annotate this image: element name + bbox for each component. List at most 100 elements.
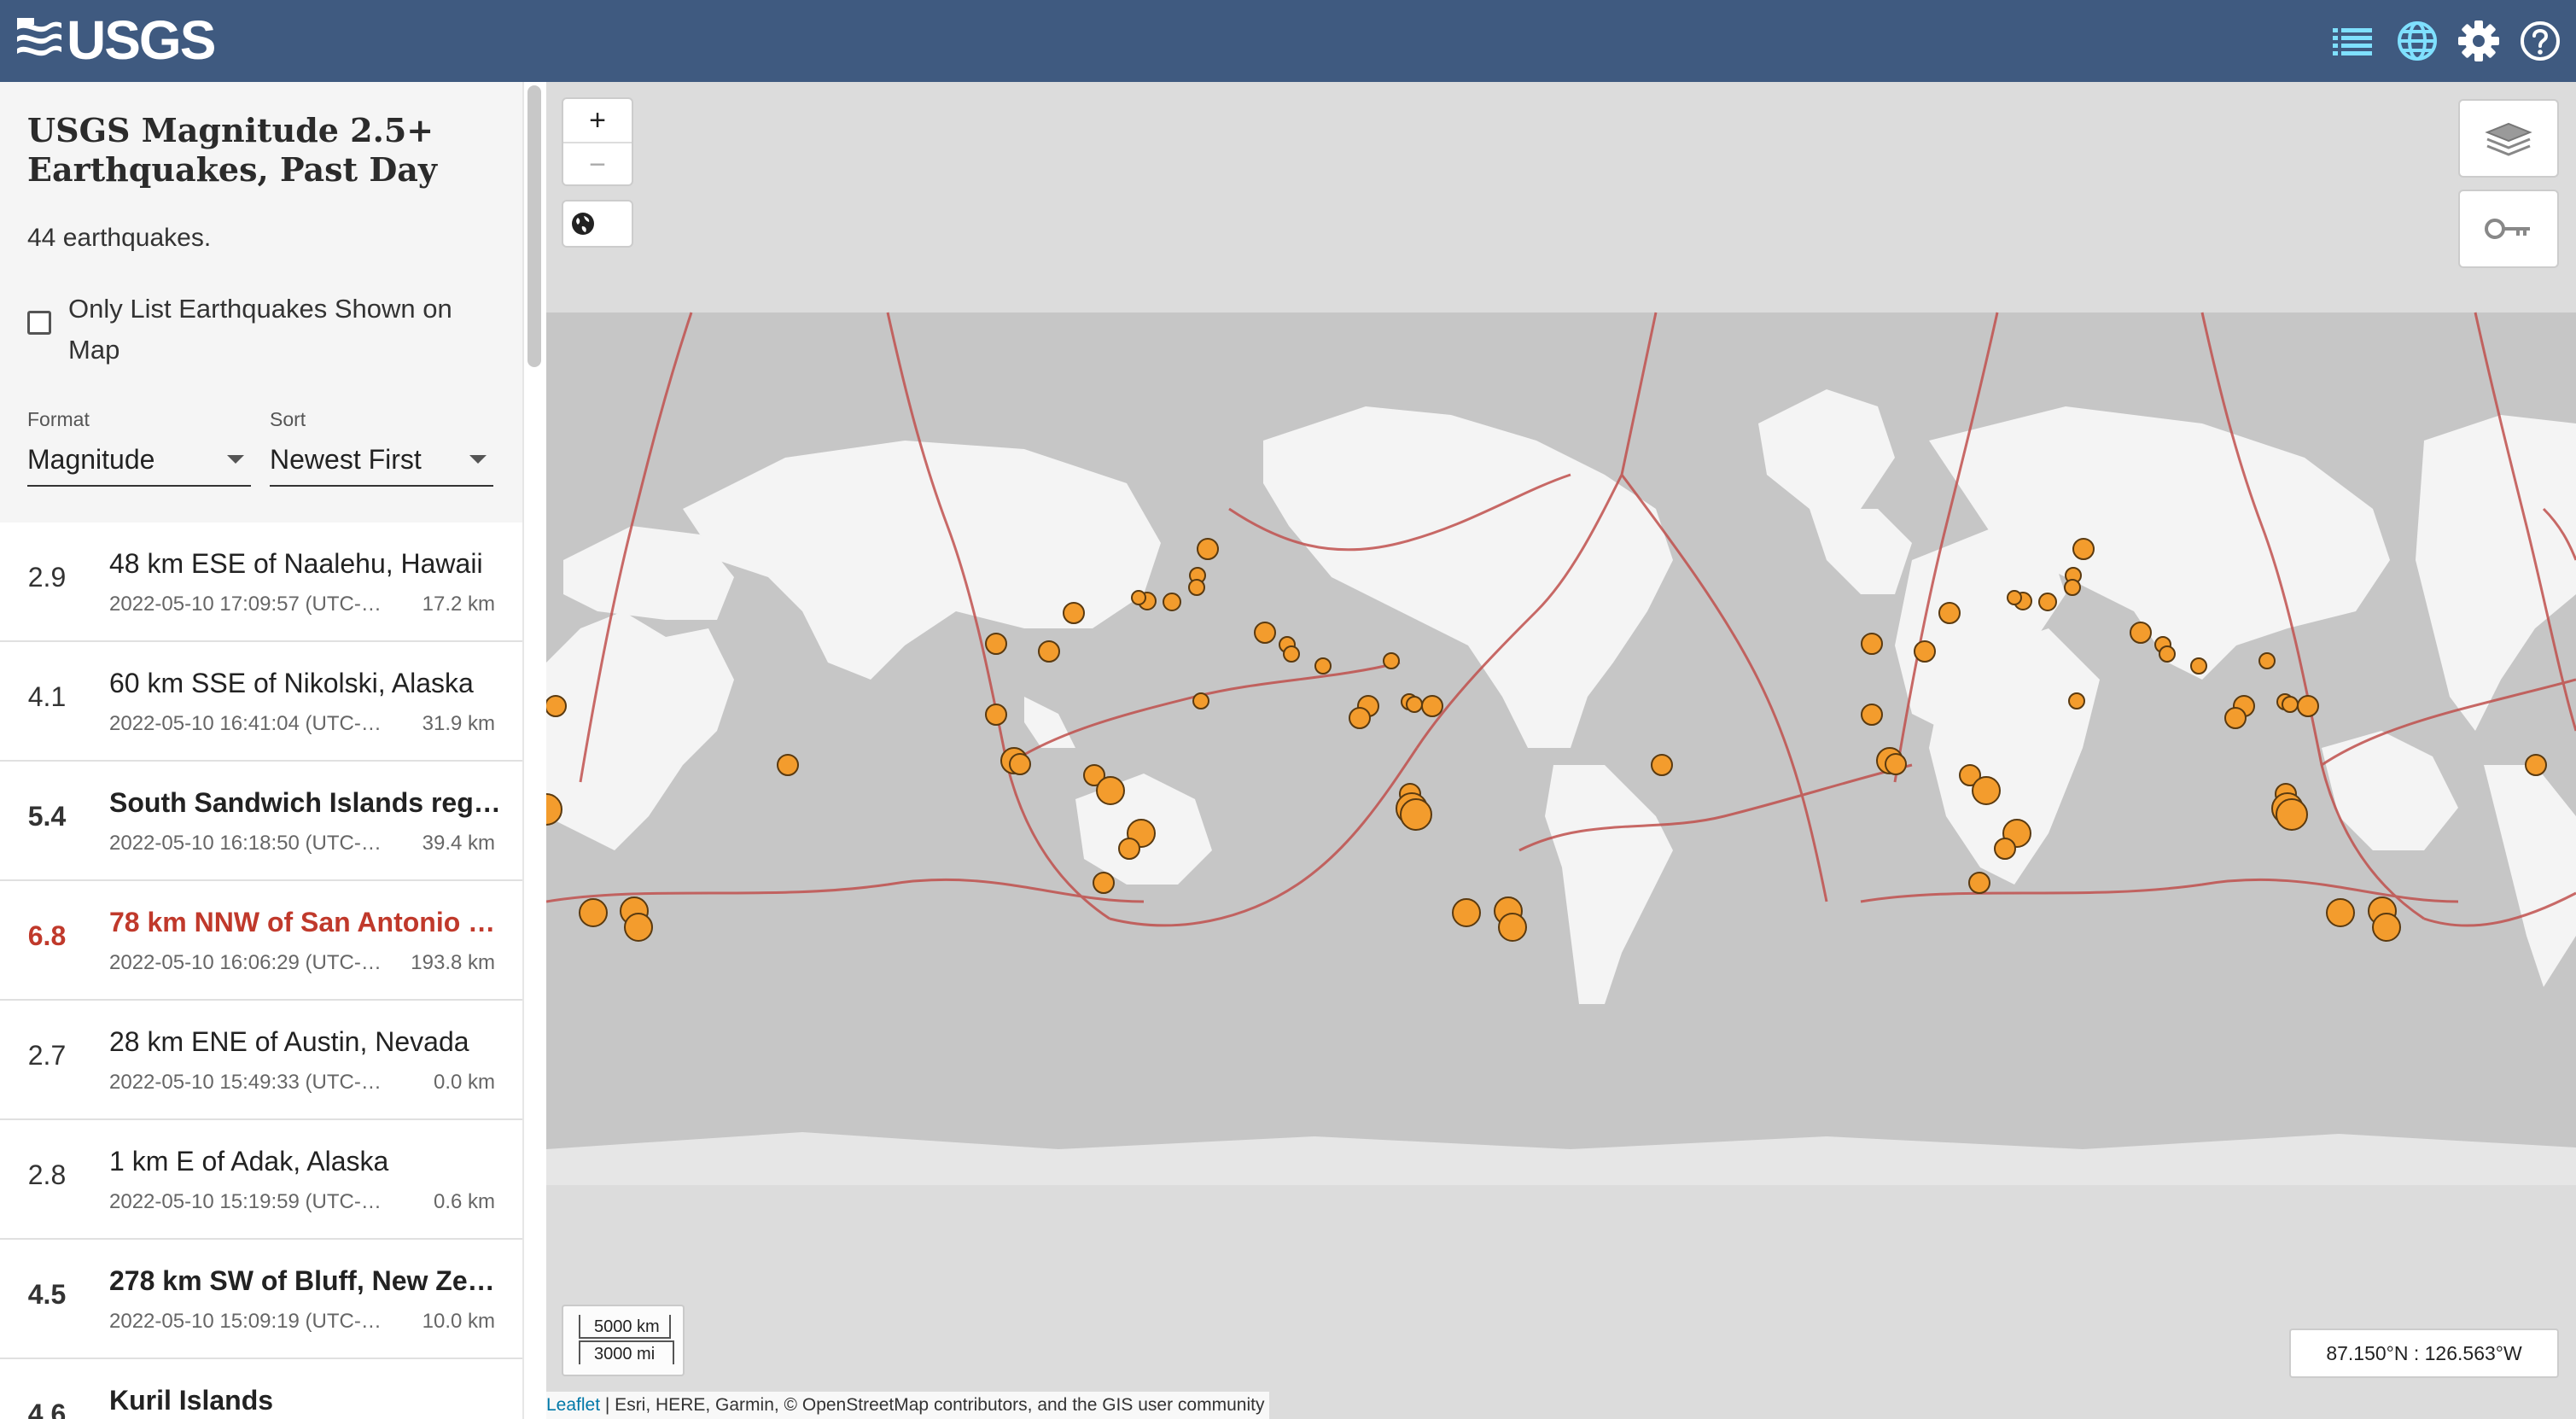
earthquake-marker	[2372, 913, 2401, 942]
timestamp: 2022-05-10 17:09:57 (UTC-07:00)	[109, 593, 391, 616]
magnitude: 2.7	[27, 1040, 67, 1071]
list-icon[interactable]	[2330, 19, 2375, 63]
earthquake-marker	[1254, 622, 1276, 644]
location: 48 km ESE of Naalehu, Hawaii	[109, 548, 483, 579]
map-attribution: Leaflet | Esri, HERE, Garmin, © OpenStre…	[546, 1392, 1270, 1419]
timestamp: 2022-05-10 16:41:04 (UTC-07:00)	[109, 712, 391, 735]
earthquake-marker	[2130, 622, 2152, 644]
help-icon[interactable]	[2518, 19, 2562, 63]
list-item[interactable]: 2.7 28 km ENE of Austin, Nevada 2022-05-…	[0, 1001, 522, 1120]
format-select[interactable]: Magnitude	[27, 434, 251, 487]
usgs-wave-icon	[17, 18, 61, 56]
legend-button[interactable]	[2458, 190, 2559, 268]
scale-km: 5000 km	[579, 1315, 671, 1339]
globe-icon	[572, 213, 594, 235]
sort-select[interactable]: Newest First	[270, 434, 493, 487]
timestamp: 2022-05-10 15:49:33 (UTC-07:00)	[109, 1071, 391, 1094]
depth: 193.8 km	[411, 951, 495, 974]
earthquake-marker	[2007, 590, 2022, 605]
leaflet-link[interactable]: Leaflet	[546, 1395, 600, 1415]
earthquake-marker	[2276, 798, 2308, 831]
app-header: USGS	[0, 0, 2576, 82]
earthquake-marker	[2072, 538, 2095, 560]
only-shown-checkbox-label[interactable]: Only List Earthquakes Shown on Map	[68, 289, 495, 371]
earthquake-marker	[1283, 645, 1300, 663]
earthquake-marker	[1096, 776, 1125, 805]
earthquake-marker	[1498, 913, 1527, 942]
earthquake-marker	[1131, 590, 1146, 605]
key-icon	[2485, 219, 2530, 239]
earthquake-marker	[1406, 696, 1423, 713]
timestamp: 2022-05-10 16:18:50 (UTC-07:00)	[109, 832, 391, 855]
zoom-in-button[interactable]: +	[563, 99, 632, 142]
earthquake-marker	[1938, 602, 1961, 624]
earthquake-marker	[1118, 838, 1140, 860]
magnitude: 4.5	[27, 1279, 67, 1310]
globe-icon[interactable]	[2395, 19, 2439, 63]
earthquake-marker	[2326, 898, 2355, 927]
earthquake-marker	[624, 913, 653, 942]
usgs-logo[interactable]: USGS	[15, 12, 216, 68]
earthquake-marker	[1093, 872, 1115, 894]
timestamp: 2022-05-10 15:19:59 (UTC-07:00)	[109, 1190, 391, 1213]
ocean-area	[546, 312, 2576, 1185]
gear-icon[interactable]	[2457, 19, 2501, 63]
earthquake-marker	[1349, 707, 1371, 729]
location: 278 km SW of Bluff, New Zealand	[109, 1265, 502, 1296]
format-select-value: Magnitude	[27, 443, 155, 475]
timestamp: 2022-05-10 15:09:19 (UTC-07:00)	[109, 1310, 391, 1333]
magnitude: 2.9	[27, 562, 67, 593]
layers-button[interactable]	[2458, 99, 2559, 178]
timestamp: 2022-05-10 16:06:29 (UTC-07:00)	[109, 951, 391, 974]
list-item[interactable]: 4.5 278 km SW of Bluff, New Zealand 2022…	[0, 1240, 522, 1359]
format-label: Format	[27, 408, 90, 430]
earthquake-marker	[1163, 593, 1181, 611]
list-item[interactable]: 2.9 48 km ESE of Naalehu, Hawaii 2022-05…	[0, 523, 522, 642]
page-title: USGS Magnitude 2.5+ Earthquakes, Past Da…	[27, 111, 437, 189]
list-item[interactable]: 5.4 South Sandwich Islands region 2022-0…	[0, 762, 522, 881]
magnitude: 4.6	[27, 1399, 67, 1419]
world-view-button[interactable]	[562, 200, 633, 248]
earthquake-marker	[1197, 538, 1219, 560]
location: 60 km SSE of Nikolski, Alaska	[109, 668, 474, 698]
earthquake-marker	[1063, 602, 1085, 624]
earthquake-marker	[2282, 696, 2299, 713]
earthquake-marker	[1914, 640, 1936, 663]
sort-label: Sort	[270, 408, 306, 430]
magnitude: 6.8	[27, 920, 67, 951]
magnitude: 5.4	[27, 801, 67, 832]
list-item[interactable]: 6.8 78 km NNW of San Antonio de los Cobr…	[0, 881, 522, 1001]
earthquake-marker	[985, 633, 1007, 655]
location: 78 km NNW of San Antonio de los Cobres, …	[109, 907, 502, 937]
attribution-text: | Esri, HERE, Garmin, © OpenStreetMap co…	[600, 1395, 1265, 1415]
location: 28 km ENE of Austin, Nevada	[109, 1026, 469, 1057]
layers-icon	[2485, 122, 2532, 156]
list-item[interactable]: 4.6 Kuril Islands	[0, 1359, 522, 1419]
depth: 0.0 km	[433, 1071, 495, 1094]
cursor-coordinates: 87.150°N : 126.563°W	[2289, 1328, 2559, 1378]
chevron-down-icon	[469, 455, 487, 464]
scale-mi: 3000 mi	[579, 1340, 674, 1364]
earthquake-marker	[1314, 657, 1332, 674]
earthquake-marker	[1972, 776, 2001, 805]
earthquake-marker	[1968, 872, 1990, 894]
earthquake-marker	[2038, 593, 2057, 611]
depth: 10.0 km	[422, 1310, 495, 1333]
list-item[interactable]: 4.1 60 km SSE of Nikolski, Alaska 2022-0…	[0, 642, 522, 762]
map-view[interactable]: + − 5000 km 3000 mi 87.150°N : 126.563°W…	[546, 82, 2576, 1419]
depth: 39.4 km	[422, 832, 495, 855]
earthquake-list-panel: USGS Magnitude 2.5+ Earthquakes, Past Da…	[0, 82, 524, 1419]
only-shown-checkbox[interactable]	[27, 311, 51, 335]
location: Kuril Islands	[109, 1385, 274, 1416]
depth: 0.6 km	[433, 1190, 495, 1213]
earthquake-marker	[2224, 707, 2247, 729]
earthquake-marker	[1400, 798, 1432, 831]
scale-bar: 5000 km 3000 mi	[562, 1305, 685, 1376]
earthquake-marker	[1452, 898, 1481, 927]
list-item[interactable]: 2.8 1 km E of Adak, Alaska 2022-05-10 15…	[0, 1120, 522, 1240]
earthquake-marker	[1192, 692, 1209, 710]
list-scrollbar[interactable]	[527, 85, 541, 367]
zoom-out-button[interactable]: −	[563, 142, 632, 186]
magnitude: 2.8	[27, 1159, 67, 1190]
earthquake-marker	[2297, 695, 2319, 717]
